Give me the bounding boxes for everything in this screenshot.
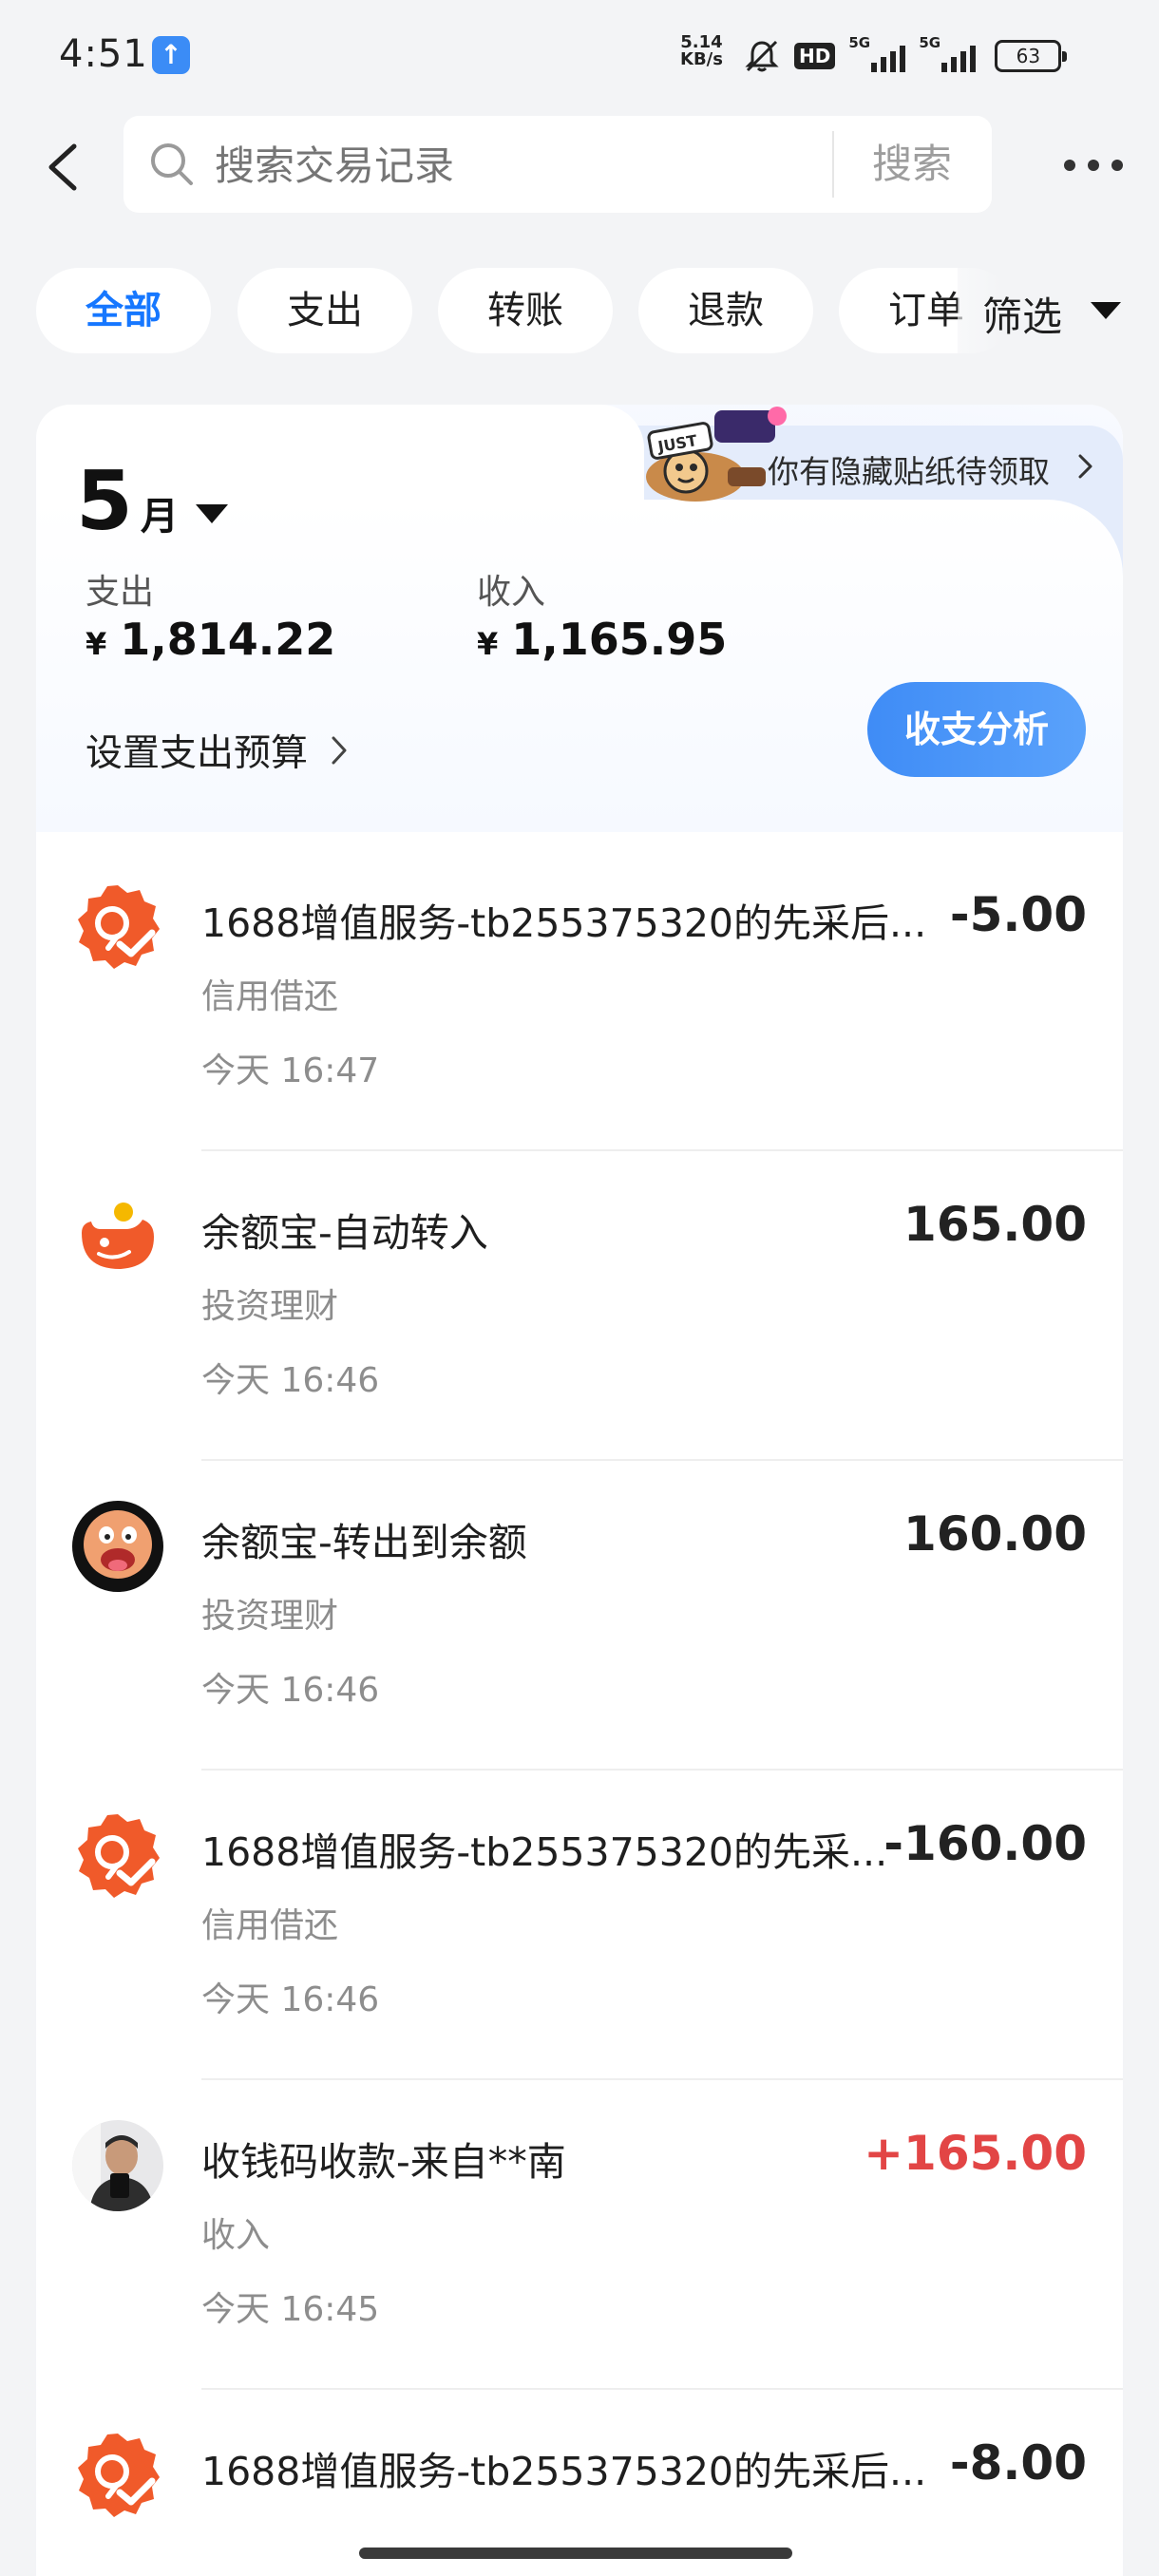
transaction-category: 信用借还 bbox=[201, 977, 339, 1016]
chevron-right-icon bbox=[332, 736, 347, 765]
hd-voice-badge: HD bbox=[794, 43, 836, 69]
credit-repay-icon bbox=[78, 2434, 160, 2517]
transaction-category: 信用借还 bbox=[201, 1906, 339, 1945]
avatar-cartoon-icon bbox=[72, 1501, 163, 1592]
tab-all[interactable]: 全部 bbox=[36, 268, 211, 353]
credit-repay-icon bbox=[78, 1814, 160, 1898]
search-button[interactable]: 搜索 bbox=[832, 116, 992, 213]
search-bar: 搜索 bbox=[124, 116, 992, 213]
transaction-time: 今天 16:47 bbox=[201, 1051, 380, 1090]
month-selector[interactable]: 5 月 bbox=[76, 454, 228, 549]
transaction-title: 收钱码收款-来自**南 bbox=[201, 2139, 566, 2185]
tab-refund[interactable]: 退款 bbox=[638, 268, 813, 353]
search-icon bbox=[151, 143, 193, 185]
transaction-amount: -8.00 bbox=[949, 2435, 1087, 2491]
transaction-amount: -5.00 bbox=[949, 887, 1087, 942]
signal-strength-icon-2: 5G bbox=[919, 34, 977, 72]
transaction-time: 今天 16:46 bbox=[201, 1671, 380, 1710]
transaction-amount: 160.00 bbox=[903, 1506, 1087, 1562]
month-unit: 月 bbox=[140, 495, 179, 539]
set-budget-link[interactable]: 设置支出预算 bbox=[86, 724, 350, 777]
transaction-category: 收入 bbox=[201, 2216, 271, 2255]
transaction-card: JUST 你有隐藏贴纸待领取 5 月 支出 ¥1,814.22 收入 ¥1,16… bbox=[36, 405, 1123, 2576]
status-icons: HD 5G 5G 63 bbox=[743, 34, 1068, 78]
search-input[interactable] bbox=[215, 142, 880, 189]
transaction-time: 今天 16:45 bbox=[201, 2290, 380, 2329]
upload-arrow-icon: ↑ bbox=[152, 36, 190, 74]
income-expense-analysis-button[interactable]: 收支分析 bbox=[867, 682, 1086, 777]
chevron-right-icon bbox=[1078, 454, 1092, 479]
back-arrow-icon[interactable] bbox=[38, 139, 95, 196]
more-options-icon[interactable] bbox=[1064, 160, 1123, 171]
home-indicator[interactable] bbox=[359, 2548, 792, 2559]
summary-panel bbox=[36, 500, 1123, 832]
transaction-category: 投资理财 bbox=[201, 1287, 339, 1326]
transaction-amount: -160.00 bbox=[884, 1816, 1087, 1871]
transaction-title: 1688增值服务-tb255375320的先采后... bbox=[201, 2449, 927, 2494]
transaction-time: 今天 16:46 bbox=[201, 1361, 380, 1400]
yuebao-icon bbox=[82, 1203, 154, 1269]
transaction-row[interactable]: 余额宝-转出到余额 160.00 投资理财 今天 16:46 bbox=[36, 1461, 1123, 1771]
tab-expense[interactable]: 支出 bbox=[238, 268, 412, 353]
battery-icon: 63 bbox=[995, 40, 1068, 72]
monthly-summary: JUST 你有隐藏贴纸待领取 5 月 支出 ¥1,814.22 收入 ¥1,16… bbox=[36, 405, 1123, 832]
transaction-time: 今天 16:46 bbox=[201, 1980, 380, 2019]
filter-caret-icon[interactable] bbox=[1091, 302, 1121, 319]
credit-repay-icon bbox=[78, 885, 160, 969]
avatar-photo-icon bbox=[72, 2120, 163, 2211]
tab-transfer[interactable]: 转账 bbox=[438, 268, 613, 353]
transaction-row[interactable]: 1688增值服务-tb255375320的先采后... -5.00 信用借还 今… bbox=[36, 842, 1123, 1151]
transaction-category: 投资理财 bbox=[201, 1597, 339, 1636]
transaction-row[interactable]: 收钱码收款-来自**南 +165.00 收入 今天 16:45 bbox=[36, 2080, 1123, 2390]
expense-label: 支出 bbox=[86, 573, 155, 612]
network-speed: 5.14 KB/s bbox=[680, 32, 723, 69]
bell-muted-icon bbox=[745, 40, 779, 72]
transaction-title: 余额宝-转出到余额 bbox=[201, 1520, 527, 1565]
transaction-title: 1688增值服务-tb255375320的先采... bbox=[201, 1829, 888, 1875]
signal-strength-icon: 5G bbox=[848, 34, 906, 72]
promo-text[interactable]: 你有隐藏贴纸待领取 bbox=[768, 446, 1050, 492]
transaction-amount: +165.00 bbox=[864, 2126, 1087, 2181]
filter-button[interactable]: 筛选 bbox=[982, 285, 1062, 343]
expense-total: ¥1,814.22 bbox=[86, 614, 336, 665]
transaction-amount: 165.00 bbox=[903, 1197, 1087, 1252]
income-label: 收入 bbox=[477, 573, 546, 612]
status-bar: 4:51 ↑ 5.14 KB/s HD 5G 5G 63 bbox=[0, 0, 1159, 104]
transaction-row[interactable]: 1688增值服务-tb255375320的先采... -160.00 信用借还 … bbox=[36, 1771, 1123, 2080]
caret-down-icon bbox=[195, 504, 228, 523]
status-time: 4:51 bbox=[59, 32, 148, 76]
income-total: ¥1,165.95 bbox=[477, 614, 728, 665]
transaction-row[interactable]: 余额宝-自动转入 165.00 投资理财 今天 16:46 bbox=[36, 1151, 1123, 1461]
month-number: 5 bbox=[76, 454, 133, 549]
transaction-title: 余额宝-自动转入 bbox=[201, 1210, 488, 1256]
transaction-title: 1688增值服务-tb255375320的先采后... bbox=[201, 900, 927, 946]
